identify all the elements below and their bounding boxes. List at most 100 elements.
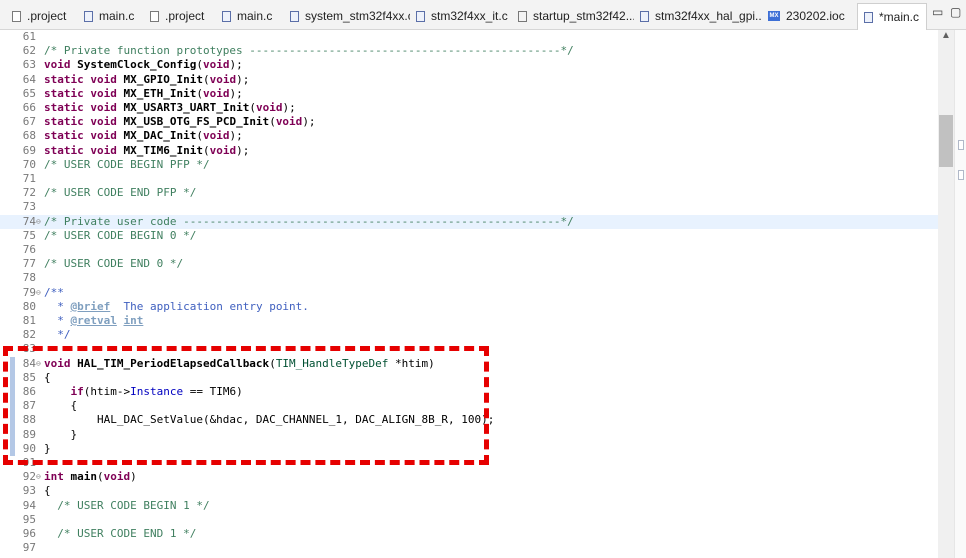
code-token: ( — [196, 86, 203, 100]
code-line[interactable]: 85 { — [0, 370, 938, 385]
code-line[interactable]: 87 { — [0, 399, 938, 414]
scroll-up-icon[interactable]: ▲ — [941, 30, 951, 41]
tab-main-c[interactable]: *main.c✕ — [857, 3, 927, 30]
tab-startup-stm32f42[interactable]: startup_stm32f42... — [518, 4, 634, 28]
code-text: /* USER CODE BEGIN 1 */ — [44, 499, 209, 513]
code-line[interactable]: 72 /* USER CODE END PFP */ — [0, 186, 938, 200]
code-line[interactable]: 75 /* USER CODE BEGIN 0 */ — [0, 229, 938, 243]
code-line[interactable]: 84 ⊖ void HAL_TIM_PeriodElapsedCallback(TI… — [0, 356, 938, 371]
code-token: { — [44, 399, 78, 413]
code-line[interactable]: 78 — [0, 271, 938, 285]
c-file-icon — [290, 10, 299, 22]
code-token: ); — [236, 143, 250, 157]
tab-label: main.c — [237, 9, 273, 23]
code-line[interactable]: 74 ⊖/* Private user code ----------------… — [0, 214, 938, 229]
code-line[interactable]: 91 — [0, 456, 938, 470]
line-number: 95 — [22, 512, 36, 526]
code-line[interactable]: 96 /* USER CODE END 1 */ — [0, 527, 938, 541]
code-line[interactable]: 69 static void MX_TIM6_Init(void); — [0, 144, 938, 158]
code-line[interactable]: 92 ⊖ int main(void) — [0, 470, 938, 484]
code-line[interactable]: 68 static void MX_DAC_Init(void); — [0, 129, 938, 143]
code-token: MX_USART3_UART_Init — [123, 101, 250, 114]
code-token: MX_GPIO_Init — [123, 72, 203, 86]
code-text: } — [44, 428, 77, 442]
tab-main-c[interactable]: main.c — [84, 4, 144, 28]
code-line[interactable]: 86 if(htim->Instance == TIM6) — [0, 385, 938, 400]
code-line[interactable]: 81 * @retval int — [0, 314, 938, 328]
code-line[interactable]: 77 /* USER CODE END 0 */ — [0, 257, 938, 271]
overview-ruler[interactable] — [954, 30, 966, 558]
line-number: 77 — [22, 257, 36, 271]
code-text: void HAL_TIM_PeriodElapsedCallback(TIM_H… — [44, 357, 435, 371]
code-line[interactable]: 61 — [0, 30, 938, 44]
code-text: */ — [44, 328, 70, 342]
minimize-button[interactable]: ▭ — [932, 5, 943, 19]
code-token: * — [44, 299, 71, 313]
code-line[interactable]: 94 /* USER CODE BEGIN 1 */ — [0, 499, 938, 513]
line-number: 65 — [22, 86, 36, 100]
line-number: 71 — [22, 172, 36, 185]
code-token: /* USER CODE END 1 */ — [57, 527, 197, 540]
code-line[interactable]: 97 — [0, 541, 938, 555]
code-token: ( — [202, 72, 210, 86]
code-text: /* USER CODE BEGIN 0 */ — [44, 229, 196, 243]
maximize-button[interactable]: ▢ — [950, 5, 961, 19]
tab-stm32f4xx-hal-gpi[interactable]: stm32f4xx_hal_gpi... — [640, 4, 762, 28]
code-line[interactable]: 70 /* USER CODE BEGIN PFP */ — [0, 158, 938, 172]
line-number: 63 — [22, 58, 36, 72]
code-line[interactable]: 73 — [0, 200, 938, 214]
tab-main-c[interactable]: main.c — [222, 4, 284, 28]
code-line[interactable]: 71 — [0, 172, 938, 186]
line-number: 73 — [22, 200, 36, 214]
code-line[interactable]: 88 HAL_DAC_SetValue(&hdac, DAC_CHANNEL_1… — [0, 413, 938, 428]
code-text: /* USER CODE END PFP */ — [44, 186, 196, 200]
overview-marker[interactable] — [958, 170, 964, 180]
code-line[interactable]: 83 — [0, 342, 938, 356]
code-line[interactable]: 64 static void MX_GPIO_Init(void); — [0, 73, 938, 87]
code-line[interactable]: 80 * @brief The application entry point. — [0, 300, 938, 314]
tab-label: .project — [165, 9, 205, 23]
line-number: 91 — [22, 456, 36, 469]
code-token: @retval — [70, 314, 117, 327]
code-line[interactable]: 95 — [0, 513, 938, 527]
tab-system-stm32f4xx-c[interactable]: system_stm32f4xx.c — [290, 4, 410, 28]
code-token: (htim-> — [83, 385, 131, 398]
code-token: MX_DAC_Init — [123, 129, 197, 143]
code-line[interactable]: 66 static void MX_USART3_UART_Init(void); — [0, 101, 938, 115]
tab-stm32f4xx-it-c[interactable]: stm32f4xx_it.c — [416, 4, 512, 28]
code-token: /* Private user code -------------------… — [44, 214, 574, 228]
scrollbar-thumb[interactable] — [939, 115, 953, 167]
code-editor[interactable]: 61 62 /* Private function prototypes -----… — [0, 30, 938, 558]
tab-project[interactable]: .project — [12, 4, 78, 28]
fold-toggle-icon[interactable]: ⊖ — [36, 470, 44, 484]
fold-toggle-icon[interactable]: ⊖ — [36, 286, 44, 300]
code-line[interactable]: 90} — [0, 441, 938, 456]
tab-label: system_stm32f4xx.c — [305, 9, 410, 23]
vertical-scrollbar[interactable]: ▲ — [938, 30, 954, 558]
tab-project[interactable]: .project — [150, 4, 216, 28]
code-line[interactable]: 82 */ — [0, 328, 938, 342]
code-text: { — [44, 371, 51, 385]
code-line[interactable]: 63 void SystemClock_Config(void); — [0, 58, 938, 72]
code-token: } — [44, 427, 78, 441]
fold-toggle-icon[interactable]: ⊖ — [36, 215, 44, 229]
code-line[interactable]: 67 static void MX_USB_OTG_FS_PCD_Init(voi… — [0, 115, 938, 129]
code-line[interactable]: 65 static void MX_ETH_Init(void); — [0, 87, 938, 101]
code-line[interactable]: 93 { — [0, 484, 938, 498]
overview-marker[interactable] — [958, 140, 964, 150]
c-file-icon — [222, 10, 231, 22]
code-token: ); — [282, 101, 296, 114]
code-line[interactable]: 76 — [0, 243, 938, 257]
code-token: void — [209, 143, 237, 157]
line-number: 89 — [22, 427, 36, 441]
code-line[interactable]: 79 ⊖/** — [0, 286, 938, 300]
fold-toggle-icon[interactable]: ⊖ — [36, 357, 44, 371]
code-line[interactable]: 62 /* Private function prototypes -------… — [0, 44, 938, 58]
code-token: ( — [97, 470, 104, 484]
code-token: void — [255, 101, 283, 114]
code-text: int main(void) — [44, 470, 137, 484]
tab-230202-ioc[interactable]: MX 230202.ioc — [768, 4, 852, 28]
code-line[interactable]: 89 } — [0, 427, 938, 442]
